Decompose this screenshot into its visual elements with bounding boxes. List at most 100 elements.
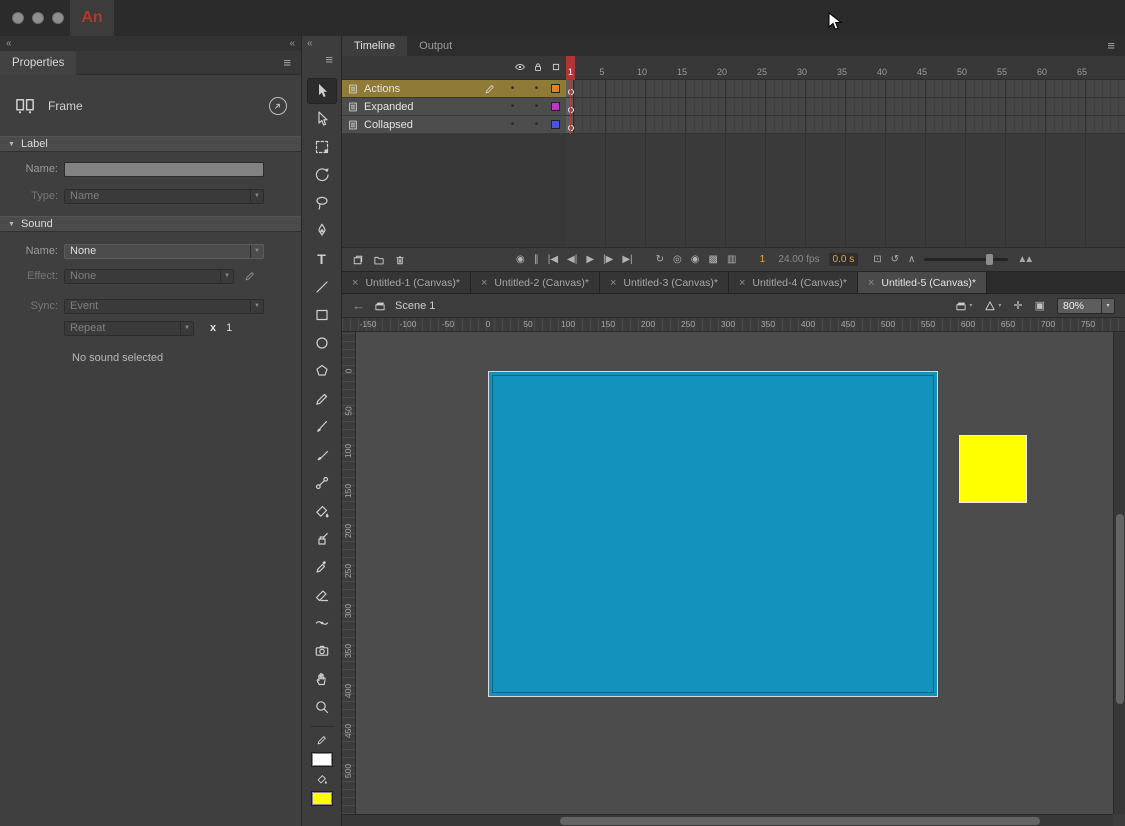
collapse-panel-icon[interactable]: « [6, 38, 12, 49]
minimize-window-button[interactable] [32, 12, 44, 24]
go-to-first-frame-button[interactable]: |◀ [548, 254, 558, 265]
layer-lock-dot[interactable]: • [527, 101, 546, 112]
collapse-panel-icon[interactable]: « [289, 38, 295, 49]
panel-menu-icon[interactable]: ≡ [325, 52, 333, 67]
panel-menu-icon[interactable]: ≡ [1107, 36, 1125, 56]
tab-untitled-1[interactable]: × Untitled-1 (Canvas)* [342, 272, 471, 293]
loop-range-button[interactable]: ↻ [656, 254, 664, 265]
horizontal-scrollbar[interactable] [342, 814, 1113, 826]
rectangle-shape[interactable] [959, 435, 1027, 503]
swap-symbol-button[interactable]: ➔ [269, 97, 287, 115]
step-forward-button[interactable]: |▶ [603, 254, 613, 265]
sound-name-dropdown[interactable]: None ▼ [64, 244, 264, 259]
vertical-scrollbar[interactable] [1113, 332, 1125, 814]
new-layer-button[interactable] [352, 254, 364, 266]
zoom-tool[interactable] [307, 694, 337, 720]
stage-canvas[interactable] [488, 371, 938, 697]
label-type-dropdown[interactable]: Name ▼ [64, 189, 264, 204]
center-frame-button[interactable]: ◉ [516, 254, 525, 265]
play-button[interactable]: ▶ [586, 254, 594, 265]
tab-properties[interactable]: Properties [0, 51, 76, 75]
close-tab-icon[interactable]: × [481, 277, 487, 289]
layer-row-expanded[interactable]: Expanded • • [342, 98, 566, 116]
slider-thumb[interactable] [986, 254, 993, 265]
tab-output[interactable]: Output [407, 36, 464, 56]
label-name-input[interactable] [64, 162, 264, 177]
layer-outline-color-chip[interactable] [551, 120, 560, 129]
delete-layer-button[interactable] [394, 254, 406, 266]
collapse-button[interactable]: ∧ [908, 254, 915, 265]
edit-multiple-frames-button[interactable]: ▩ [708, 254, 717, 265]
repeat-times-value[interactable]: 1 [226, 322, 232, 334]
rectangle-tool[interactable] [307, 302, 337, 328]
layer-visibility-dot[interactable]: • [503, 119, 522, 130]
timeline-zoom-slider[interactable] [924, 258, 1008, 261]
sound-section-header[interactable]: ▼ Sound [0, 216, 301, 232]
pencil-tool[interactable] [307, 386, 337, 412]
horizontal-scrollbar-thumb[interactable] [560, 817, 1040, 825]
edit-symbols-button[interactable]: ▾ [984, 300, 1001, 312]
edit-scene-button[interactable]: ▾ [955, 300, 972, 312]
layer-row-collapsed[interactable]: Collapsed • • [342, 116, 566, 134]
panel-menu-icon[interactable]: ≡ [283, 55, 301, 70]
close-window-button[interactable] [12, 12, 24, 24]
sound-sync-dropdown[interactable]: Event ▼ [64, 299, 264, 314]
fill-color-control[interactable] [307, 770, 337, 788]
oval-tool[interactable] [307, 330, 337, 356]
close-tab-icon[interactable]: × [868, 277, 874, 289]
tab-untitled-3[interactable]: × Untitled-3 (Canvas)* [600, 272, 729, 293]
collapse-panel-icon[interactable]: « [307, 38, 313, 49]
layer-row-actions[interactable]: Actions • • [342, 80, 566, 98]
fill-color-swatch[interactable] [311, 791, 333, 806]
frame-grid[interactable] [566, 80, 1125, 247]
close-tab-icon[interactable]: × [739, 277, 745, 289]
layer-outline-color-chip[interactable] [551, 102, 560, 111]
polystar-tool[interactable] [307, 358, 337, 384]
vertical-scrollbar-thumb[interactable] [1116, 514, 1124, 704]
pen-tool[interactable] [307, 218, 337, 244]
brush-tool[interactable] [307, 414, 337, 440]
clip-content-button[interactable]: ▣ [1035, 299, 1045, 312]
text-tool[interactable]: T [307, 246, 337, 272]
line-tool[interactable] [307, 274, 337, 300]
back-arrow-icon[interactable]: ← [352, 298, 365, 313]
tab-untitled-2[interactable]: × Untitled-2 (Canvas)* [471, 272, 600, 293]
subselection-tool[interactable] [307, 106, 337, 132]
ink-bottle-tool[interactable] [307, 526, 337, 552]
timeline-frame-ruler[interactable]: 5101520253035404550556065 1 [566, 56, 1125, 80]
frame-rate-indicator[interactable]: 24.00 fps [778, 254, 819, 265]
stroke-color-control[interactable] [307, 731, 337, 749]
onion-skin-button[interactable]: ◎ [673, 254, 682, 265]
selection-tool[interactable] [307, 78, 337, 104]
modify-markers-button[interactable]: ▥ [727, 254, 736, 265]
tab-timeline[interactable]: Timeline [342, 36, 407, 56]
lasso-tool[interactable] [307, 190, 337, 216]
sound-effect-dropdown[interactable]: None ▼ [64, 269, 234, 284]
stroke-color-swatch[interactable] [311, 752, 333, 767]
stage-zoom-dropdown[interactable]: 80% ▾ [1057, 298, 1115, 314]
width-tool[interactable] [307, 610, 337, 636]
eyedropper-tool[interactable] [307, 554, 337, 580]
new-folder-button[interactable] [373, 254, 385, 266]
center-stage-button[interactable]: ✛ [1013, 299, 1022, 312]
layer-outline-color-chip[interactable] [551, 84, 560, 93]
layer-lock-dot[interactable]: • [527, 119, 546, 130]
close-tab-icon[interactable]: × [352, 277, 358, 289]
eraser-tool[interactable] [307, 582, 337, 608]
edit-effect-pencil-icon[interactable] [244, 270, 256, 282]
reset-timer-button[interactable]: ↺ [891, 254, 899, 265]
go-to-last-frame-button[interactable]: ▶| [622, 254, 632, 265]
layer-visibility-dot[interactable]: • [503, 83, 522, 94]
3d-rotation-tool[interactable] [307, 162, 337, 188]
show-hide-eye-icon[interactable] [514, 61, 526, 73]
close-tab-icon[interactable]: × [610, 277, 616, 289]
paint-bucket-tool[interactable] [307, 498, 337, 524]
lock-icon[interactable] [532, 61, 544, 73]
paint-brush-tool[interactable] [307, 442, 337, 468]
snap-button[interactable]: ⊡ [873, 254, 881, 265]
step-back-button[interactable]: ◀| [567, 254, 577, 265]
label-section-header[interactable]: ▼ Label [0, 136, 301, 152]
camera-tool[interactable] [307, 638, 337, 664]
stage-pasteboard[interactable] [356, 332, 1113, 814]
tab-untitled-5[interactable]: × Untitled-5 (Canvas)* [858, 272, 987, 293]
